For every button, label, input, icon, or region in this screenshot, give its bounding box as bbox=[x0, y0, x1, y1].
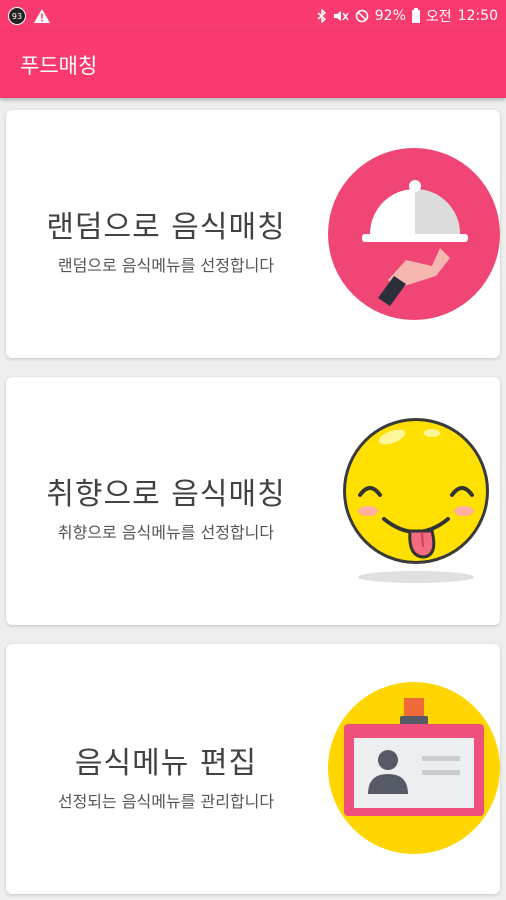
card-subtitle: 선정되는 음식메뉴를 관리합니다 bbox=[57, 792, 275, 811]
card-subtitle: 취향으로 음식메뉴를 선정합니다 bbox=[57, 523, 275, 542]
app-title: 푸드매칭 bbox=[20, 54, 98, 78]
warning-icon bbox=[34, 9, 50, 23]
card-title: 음식메뉴 편집 bbox=[74, 746, 258, 781]
do-not-disturb-icon bbox=[355, 9, 369, 23]
notification-count-icon: 93 bbox=[8, 7, 26, 25]
status-bar: 93 92% 오전 12:50 bbox=[0, 0, 506, 32]
random-match-card[interactable]: 랜덤으로 음식매칭 랜덤으로 음식메뉴를 선정합니다 bbox=[6, 110, 500, 358]
battery-percent: 92% bbox=[374, 8, 406, 24]
app-bar: 푸드매칭 bbox=[0, 32, 506, 98]
mute-icon bbox=[333, 11, 349, 21]
battery-icon bbox=[411, 7, 420, 23]
status-ampm: 오전 bbox=[425, 9, 452, 25]
card-text: 랜덤으로 음식매칭 랜덤으로 음식메뉴를 선정합니다 bbox=[6, 202, 326, 276]
card-subtitle: 랜덤으로 음식메뉴를 선정합니다 bbox=[57, 256, 275, 275]
status-time: 12:50 bbox=[457, 8, 498, 24]
card-text: 음식메뉴 편집 선정되는 음식메뉴를 관리합니다 bbox=[6, 738, 326, 812]
id-card-icon bbox=[328, 682, 500, 854]
card-text: 취향으로 음식매칭 취향으로 음식메뉴를 선정합니다 bbox=[6, 469, 326, 543]
bluetooth-icon bbox=[317, 9, 326, 23]
tongue-emoji-icon bbox=[343, 418, 489, 583]
card-title: 취향으로 음식매칭 bbox=[46, 477, 286, 512]
menu-edit-card[interactable]: 음식메뉴 편집 선정되는 음식메뉴를 관리합니다 bbox=[6, 644, 500, 894]
card-title: 랜덤으로 음식매칭 bbox=[46, 210, 286, 245]
serving-cloche-icon bbox=[328, 148, 500, 320]
preference-match-card[interactable]: 취향으로 음식매칭 취향으로 음식메뉴를 선정합니다 bbox=[6, 377, 500, 625]
